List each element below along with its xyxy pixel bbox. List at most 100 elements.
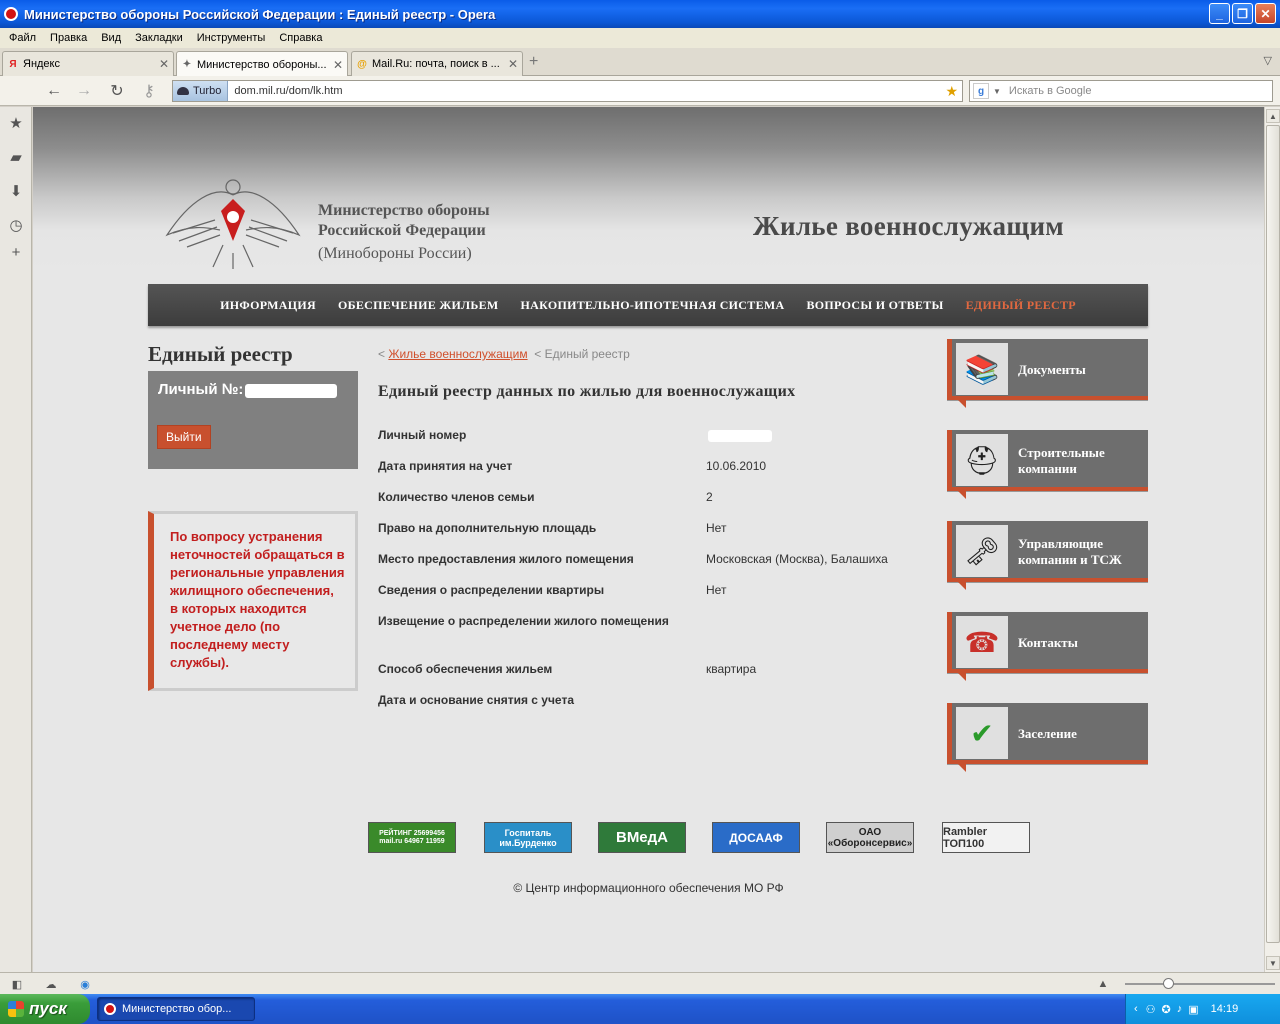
- account-box: Личный №: Выйти: [148, 371, 358, 469]
- zoom-slider-knob[interactable]: [1163, 978, 1174, 989]
- menu-file[interactable]: Файл: [2, 32, 43, 44]
- turbo-status-icon[interactable]: ◉: [78, 977, 92, 991]
- breadcrumb-separator: <: [378, 347, 386, 361]
- row-label: Извещение о распределении жилого помещен…: [378, 614, 669, 628]
- row-label: Способ обеспечения жильем: [378, 662, 553, 676]
- breadcrumb-link-housing[interactable]: Жилье военнослужащим: [388, 347, 527, 361]
- close-tab-icon[interactable]: ✕: [333, 58, 343, 72]
- forward-button[interactable]: →: [74, 81, 94, 101]
- address-bar[interactable]: Turbo dom.mil.ru/dom/lk.htm ★: [172, 80, 963, 102]
- turbo-icon: [177, 87, 189, 95]
- tile-construction[interactable]: ⛑ Строительные компании: [947, 430, 1148, 499]
- logout-button[interactable]: Выйти: [157, 425, 211, 449]
- banner-oboronservis[interactable]: ОАО «Оборонсервис»: [826, 822, 914, 853]
- menu-view[interactable]: Вид: [94, 32, 128, 44]
- tab-ministry[interactable]: ✦ Министерство обороны... ✕: [176, 51, 348, 77]
- site-title: Жилье военнослужащим: [753, 211, 1065, 241]
- panel-toggle-icon[interactable]: ◧: [10, 977, 24, 991]
- banner-vmeda[interactable]: ВМедА: [598, 822, 686, 853]
- redacted-personal-number: [245, 383, 338, 398]
- left-column: Единый реестр Личный №: Выйти По вопросу…: [148, 342, 358, 691]
- row-label: Дата и основание снятия с учета: [378, 693, 574, 707]
- task-label: Министерство обор...: [122, 1003, 232, 1015]
- maximize-button[interactable]: ❐: [1232, 3, 1253, 24]
- downloads-icon[interactable]: ⬇: [8, 183, 24, 200]
- start-button[interactable]: пуск: [0, 994, 90, 1024]
- ministry-line1: Министерство обороны: [318, 202, 490, 219]
- tab-bar: Я Яндекс ✕ ✦ Министерство обороны... ✕ @…: [0, 48, 1280, 77]
- redacted-value: [708, 429, 772, 442]
- main-content: < Жилье военнослужащим < Единый реестр Е…: [378, 347, 918, 723]
- tile-contacts[interactable]: ☎ Контакты: [947, 612, 1148, 681]
- tab-label: Яндекс: [23, 58, 60, 70]
- row-label: Дата принятия на учет: [378, 459, 513, 473]
- tile-settlement[interactable]: ✔ Заселение: [947, 703, 1148, 772]
- key-icon[interactable]: ⚷: [139, 81, 159, 101]
- banner-burdenko-hospital[interactable]: Госпиталь им.Бурденко: [484, 822, 572, 853]
- side-panel: ★ ▰ ⬇ ◷ +: [0, 107, 32, 972]
- menu-bookmarks[interactable]: Закладки: [128, 32, 190, 44]
- search-placeholder: Искать в Google: [1008, 85, 1092, 97]
- banner-dosaaf[interactable]: ДОСААФ: [712, 822, 800, 853]
- reload-button[interactable]: ↻: [107, 81, 127, 101]
- menu-help[interactable]: Справка: [272, 32, 329, 44]
- close-tab-icon[interactable]: ✕: [508, 57, 518, 71]
- tray-monitor-icon[interactable]: ▣: [1188, 1003, 1198, 1016]
- tab-menu-chevron-icon[interactable]: ▽: [1264, 54, 1272, 67]
- url-text[interactable]: dom.mil.ru/dom/lk.htm: [228, 85, 945, 97]
- bookmark-star-icon[interactable]: ★: [945, 83, 962, 100]
- nav-mortgage-system[interactable]: НАКОПИТЕЛЬНО-ИПОТЕЧНАЯ СИСТЕМА: [521, 298, 785, 313]
- unite-cloud-icon[interactable]: ☁: [44, 977, 58, 991]
- minimize-button[interactable]: _: [1209, 3, 1230, 24]
- new-tab-button[interactable]: +: [529, 53, 538, 71]
- turbo-button[interactable]: Turbo: [173, 81, 229, 101]
- tab-mailru[interactable]: @ Mail.Ru: почта, поиск в ... ✕: [351, 51, 523, 76]
- search-engine-dropdown-icon[interactable]: ▼: [993, 87, 1001, 96]
- scroll-down-arrow-icon[interactable]: ▼: [1266, 956, 1280, 970]
- table-row: Сведения о распределении квартиры Нет: [378, 582, 918, 613]
- table-row: Количество членов семьи 2: [378, 489, 918, 520]
- ministry-name: Министерство обороны Российской Федераци…: [318, 201, 490, 264]
- nav-unified-registry[interactable]: ЕДИНЫЙ РЕЕСТР: [966, 298, 1076, 313]
- search-field[interactable]: g ▼ Искать в Google: [969, 80, 1273, 102]
- tray-antivirus-icon[interactable]: ✪: [1162, 1003, 1171, 1016]
- tray-volume-icon[interactable]: ♪: [1177, 1003, 1183, 1015]
- row-value: [706, 692, 918, 723]
- nav-information[interactable]: ИНФОРМАЦИЯ: [220, 298, 316, 313]
- breadcrumb-separator: <: [534, 347, 542, 361]
- close-tab-icon[interactable]: ✕: [159, 57, 169, 71]
- tile-pointer: [958, 400, 966, 408]
- tab-yandex[interactable]: Я Яндекс ✕: [2, 51, 174, 76]
- yandex-icon: Я: [9, 58, 17, 70]
- tray-arrow-icon[interactable]: ‹: [1134, 1003, 1138, 1015]
- banner-rambler-top100[interactable]: Rambler ТОП100: [942, 822, 1030, 853]
- taskbar-opera-window[interactable]: Министерство обор...: [97, 997, 255, 1021]
- close-button[interactable]: ✕: [1255, 3, 1276, 24]
- menu-edit[interactable]: Правка: [43, 32, 94, 44]
- row-value: 2: [706, 490, 713, 504]
- tile-documents[interactable]: 📚 Документы: [947, 339, 1148, 408]
- row-value: Московская (Москва), Балашиха: [706, 552, 888, 566]
- tray-network-icon[interactable]: ⚇: [1146, 1003, 1156, 1016]
- scrollbar-thumb[interactable]: [1266, 125, 1280, 943]
- banner-mailru-rating[interactable]: РЕЙТИНГ 25699456 mail.ru 64967 11959: [368, 822, 456, 853]
- clock[interactable]: 14:19: [1211, 1003, 1239, 1015]
- back-button[interactable]: ←: [44, 81, 64, 101]
- ministry-emblem-icon: [165, 179, 301, 269]
- notes-icon[interactable]: ▰: [8, 149, 24, 166]
- history-clock-icon[interactable]: ◷: [8, 217, 24, 234]
- zoom-slider[interactable]: [1125, 978, 1275, 989]
- tile-pointer: [958, 491, 966, 499]
- add-panel-icon[interactable]: +: [8, 244, 24, 261]
- opera-icon: [104, 1003, 116, 1015]
- scroll-up-arrow-icon[interactable]: ▲: [1266, 109, 1280, 123]
- mod-icon: ✦: [182, 59, 192, 70]
- nav-housing[interactable]: ОБЕСПЕЧЕНИЕ ЖИЛЬЕМ: [338, 298, 499, 313]
- breadcrumb-current: Единый реестр: [544, 347, 630, 361]
- view-up-arrow-icon[interactable]: ▲: [1096, 977, 1110, 991]
- bookmarks-star-icon[interactable]: ★: [8, 115, 24, 132]
- tile-management[interactable]: 🗝 Управляющие компании и ТСЖ: [947, 521, 1148, 590]
- vertical-scrollbar[interactable]: ▲ ▼: [1264, 107, 1280, 972]
- nav-faq[interactable]: ВОПРОСЫ И ОТВЕТЫ: [806, 298, 943, 313]
- menu-tools[interactable]: Инструменты: [190, 32, 273, 44]
